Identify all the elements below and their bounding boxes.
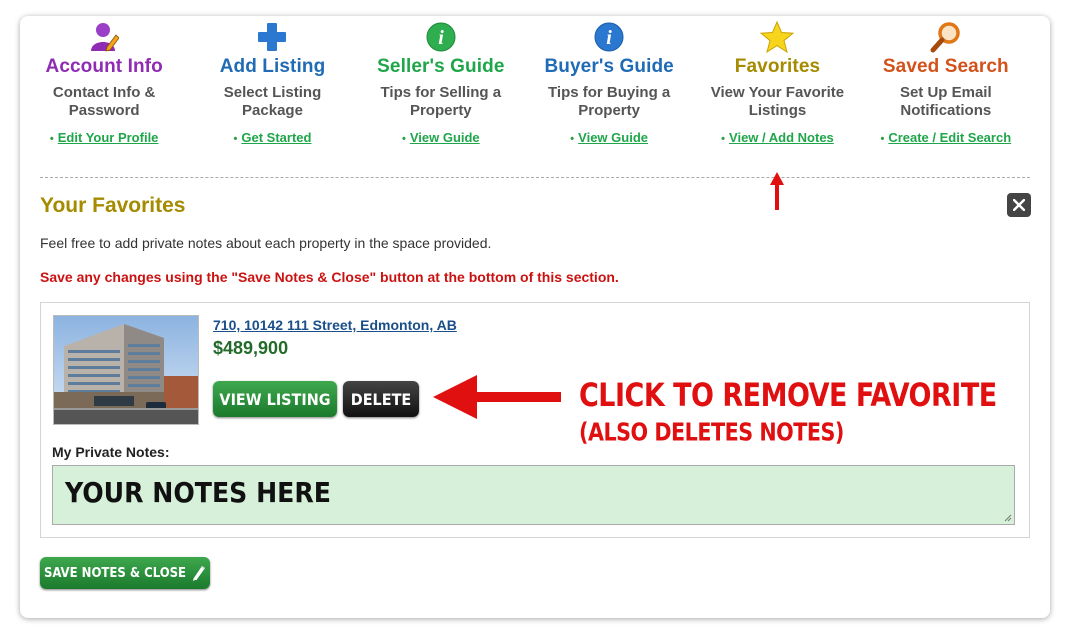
arrow-left-annotation — [433, 375, 561, 419]
listing-address-link[interactable]: 710, 10142 111 Street, Edmonton, AB — [213, 317, 457, 333]
nav-title[interactable]: Favorites — [693, 56, 861, 78]
nav-title[interactable]: Saved Search — [862, 56, 1030, 78]
remove-favorite-callout: CLICK TO REMOVE FAVORITE — [579, 377, 997, 415]
svg-text:i: i — [606, 27, 612, 49]
close-button[interactable] — [1007, 193, 1031, 217]
section-title: Your Favorites — [40, 194, 186, 217]
private-notes-textarea[interactable]: YOUR NOTES HERE — [52, 465, 1015, 525]
resize-grip-icon[interactable] — [1004, 514, 1012, 522]
info-icon[interactable]: i — [525, 20, 693, 54]
save-label: SAVE NOTES & CLOSE — [43, 565, 187, 581]
close-icon — [1013, 199, 1025, 211]
nav-title[interactable]: Seller's Guide — [357, 56, 525, 78]
svg-text:i: i — [438, 27, 444, 49]
star-icon[interactable] — [693, 20, 861, 54]
nav-desc: Select Listing Package — [223, 84, 322, 119]
section-divider — [40, 177, 1030, 178]
account-nav: Account Info Contact Info & Password • Ed… — [20, 20, 1030, 170]
notes-text: YOUR NOTES HERE — [65, 476, 331, 509]
nav-desc: Contact Info & Password — [52, 84, 156, 119]
pencil-icon — [193, 566, 206, 581]
warning-text: Save any changes using the "Save Notes &… — [40, 269, 619, 285]
nav-favorites: Favorites View Your Favorite Listings • V… — [693, 20, 861, 170]
info-text: Feel free to add private notes about eac… — [40, 235, 492, 251]
nav-desc: View Your Favorite Listings — [710, 84, 845, 119]
nav-title[interactable]: Buyer's Guide — [525, 56, 693, 78]
delete-notes-callout: (ALSO DELETES NOTES) — [579, 419, 844, 448]
view-listing-button[interactable]: VIEW LISTING — [213, 381, 337, 417]
nav-sellers-guide: i Seller's Guide Tips for Selling a Prop… — [357, 20, 525, 170]
user-edit-icon[interactable] — [20, 20, 188, 54]
property-photo[interactable] — [53, 315, 199, 425]
nav-title[interactable]: Add Listing — [188, 56, 356, 78]
delete-button[interactable]: DELETE — [343, 381, 419, 417]
edit-profile-link[interactable]: Edit Your Profile — [58, 130, 159, 145]
notes-label: My Private Notes: — [52, 444, 170, 460]
view-sellers-guide-link[interactable]: View Guide — [410, 130, 480, 145]
arrow-up-annotation — [770, 172, 784, 210]
favorite-listing-card: 710, 10142 111 Street, Edmonton, AB $489… — [40, 302, 1030, 538]
listing-price: $489,900 — [213, 338, 289, 358]
nav-buyers-guide: i Buyer's Guide Tips for Buying a Proper… — [525, 20, 693, 170]
magnifier-icon[interactable] — [862, 20, 1030, 54]
view-buyers-guide-link[interactable]: View Guide — [578, 130, 648, 145]
nav-desc: Tips for Selling a Property — [380, 84, 502, 119]
get-started-link[interactable]: Get Started — [241, 130, 311, 145]
nav-saved-search: Saved Search Set Up Email Notifications … — [862, 20, 1030, 170]
nav-add-listing: Add Listing Select Listing Package • Get … — [188, 20, 356, 170]
info-icon[interactable]: i — [357, 20, 525, 54]
nav-desc: Tips for Buying a Property — [548, 84, 671, 119]
plus-icon[interactable] — [188, 20, 356, 54]
nav-desc: Set Up Email Notifications — [899, 84, 992, 119]
view-add-notes-link[interactable]: View / Add Notes — [729, 130, 834, 145]
nav-account-info: Account Info Contact Info & Password • Ed… — [20, 20, 188, 170]
create-edit-search-link[interactable]: Create / Edit Search — [888, 130, 1011, 145]
save-notes-close-button[interactable]: SAVE NOTES & CLOSE — [40, 557, 210, 589]
nav-title[interactable]: Account Info — [20, 56, 188, 78]
